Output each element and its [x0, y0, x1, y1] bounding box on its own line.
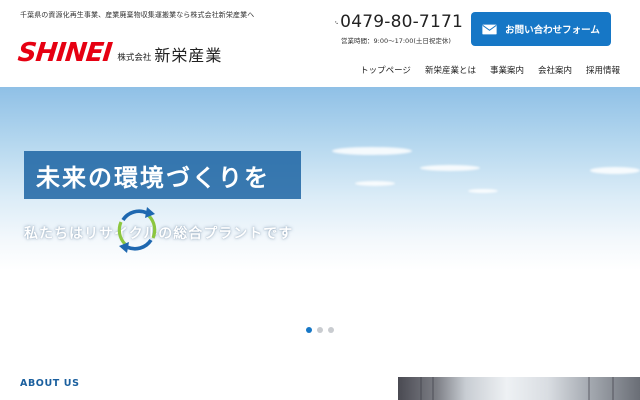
nav-item-about[interactable]: 新栄産業とは — [425, 64, 476, 76]
contact-form-button[interactable]: お問い合わせフォーム — [471, 12, 611, 46]
slider-dot-3[interactable] — [328, 327, 334, 333]
sky-cloud — [590, 167, 640, 174]
sky-cloud — [355, 181, 395, 186]
recycle-arrows-icon — [117, 207, 157, 253]
nav-item-top[interactable]: トップページ — [360, 64, 411, 76]
mail-icon — [482, 24, 497, 34]
phone-icon — [335, 20, 338, 24]
about-heading: ABOUT US — [20, 378, 80, 389]
photo-stripe — [420, 377, 422, 400]
logo-company-type: 株式会社 — [117, 53, 152, 63]
site-logo[interactable]: SHINEI 株式会社 新栄産業 — [16, 36, 223, 70]
hero-title: 未来の環境づくりを — [36, 163, 270, 192]
photo-stripe — [588, 377, 590, 400]
hero-title-box: 未来の環境づくりを — [24, 151, 301, 199]
phone-number[interactable]: 0479-80-7171 — [340, 12, 463, 32]
sky-cloud — [468, 189, 498, 193]
slider-dot-2[interactable] — [317, 327, 323, 333]
logo-mark: SHINEI — [16, 38, 113, 68]
site-tagline: 千葉県の資源化再生事業、産業廃棄物収集運搬業なら株式会社新栄産業へ — [20, 11, 255, 19]
sky-cloud — [332, 147, 412, 155]
main-nav: トップページ 新栄産業とは 事業案内 会社案内 採用情報 — [360, 64, 620, 76]
slider-pagination — [306, 327, 334, 333]
phone-contact: 0479-80-7171 営業時間：9:00〜17:00(土日祝定休) — [335, 12, 463, 45]
nav-item-company[interactable]: 会社案内 — [538, 64, 572, 76]
photo-stripe — [432, 377, 434, 400]
contact-form-label: お問い合わせフォーム — [505, 25, 600, 36]
hero-slider: 未来の環境づくりを 私たちはリサイクルの総合プラントです — [0, 87, 640, 349]
sky-cloud — [420, 165, 480, 171]
about-photo — [398, 377, 640, 400]
business-hours: 営業時間：9:00〜17:00(土日祝定休) — [341, 37, 451, 45]
slider-dot-1[interactable] — [306, 327, 312, 333]
photo-stripe — [612, 377, 614, 400]
logo-company-name: 新栄産業 — [154, 46, 223, 65]
nav-item-recruit[interactable]: 採用情報 — [586, 64, 620, 76]
nav-item-business[interactable]: 事業案内 — [490, 64, 524, 76]
